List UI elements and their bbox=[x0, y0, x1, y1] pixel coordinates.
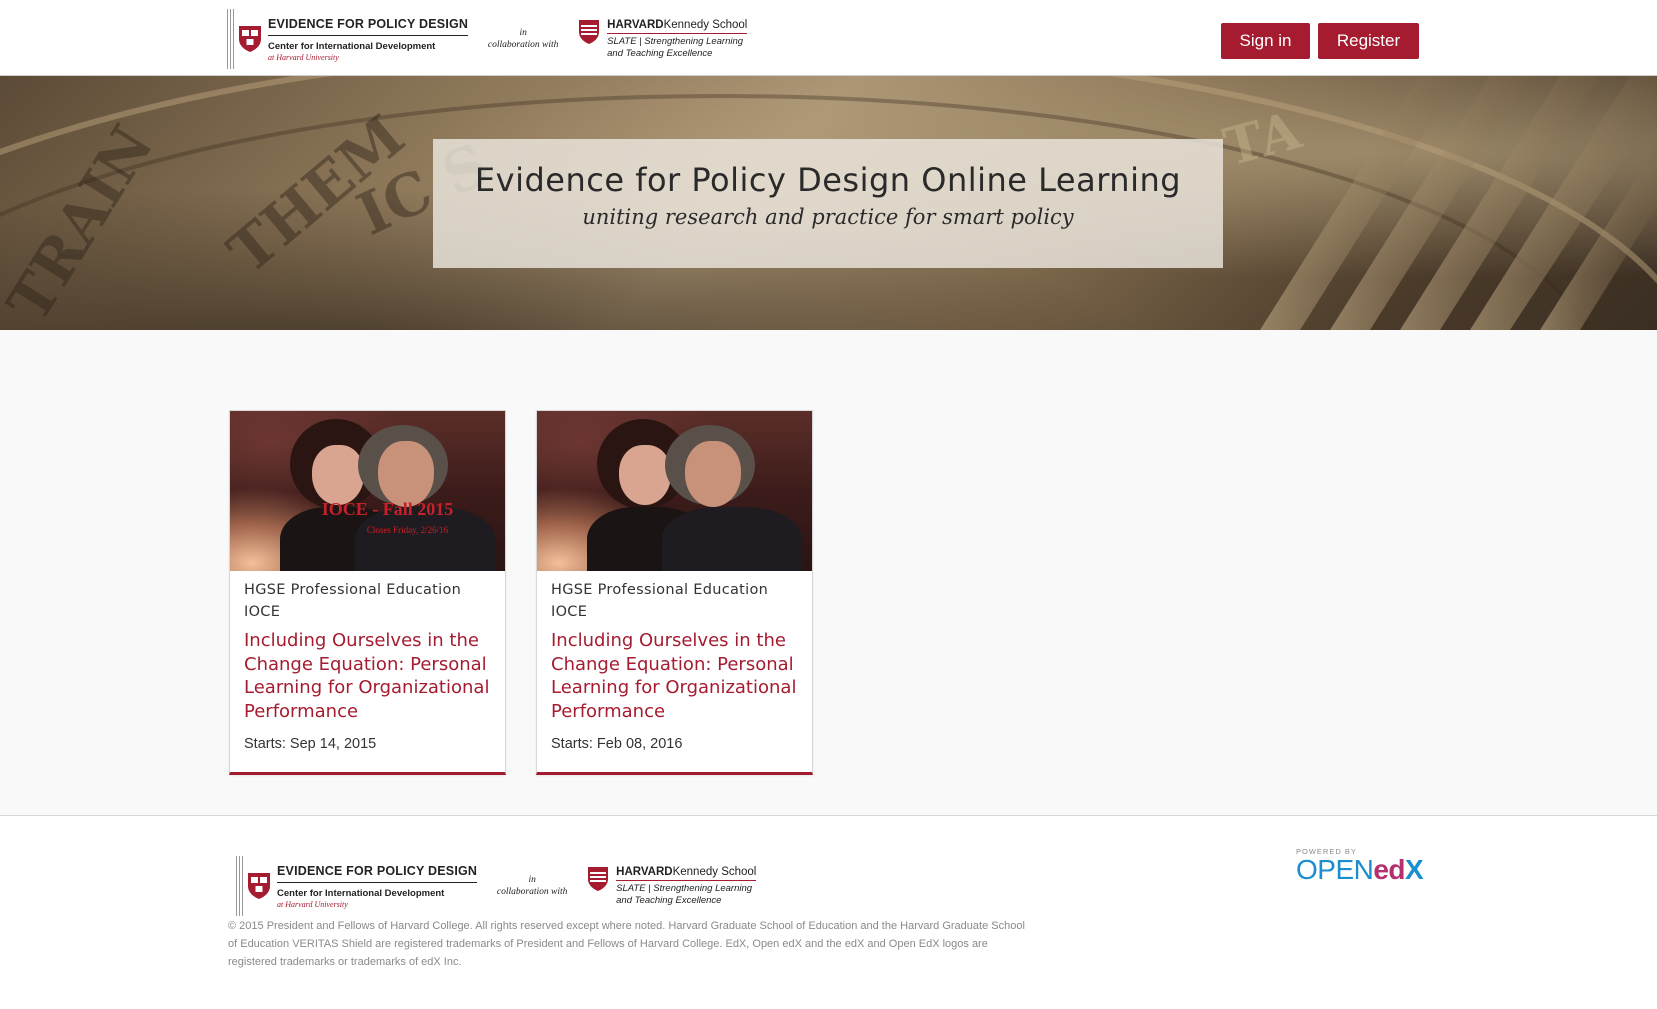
logo-lines bbox=[236, 856, 243, 916]
epd-logo: EVIDENCE FOR POLICY DESIGN Center for In… bbox=[236, 856, 478, 916]
epd-title: EVIDENCE FOR POLICY DESIGN bbox=[268, 17, 469, 36]
course-org: HGSE Professional Education bbox=[244, 582, 462, 598]
collab-in: in bbox=[528, 875, 536, 885]
epd-subtitle: Center for International Development bbox=[277, 887, 445, 899]
epd-logo: EVIDENCE FOR POLICY DESIGN Center for In… bbox=[227, 9, 469, 69]
epd-harvard: at Harvard University bbox=[277, 899, 348, 909]
course-org: HGSE Professional Education bbox=[551, 582, 769, 598]
hks-sub-1: SLATE | Strengthening Learning bbox=[607, 35, 744, 47]
course-image[interactable]: IOCE - Fall 2015 Closes Friday, 2/26/16 bbox=[230, 411, 505, 571]
hero-title: Evidence for Policy Design Online Learni… bbox=[474, 161, 1182, 199]
openedx-brand: OPENedX bbox=[1296, 854, 1424, 885]
course-start-date: Starts: Feb 08, 2016 bbox=[551, 736, 683, 752]
open-label: OPEN bbox=[1296, 854, 1374, 885]
copyright-text: © 2015 President and Fellows of Harvard … bbox=[228, 920, 1025, 968]
course-card[interactable]: HGSE Professional Education IOCE Includi… bbox=[536, 410, 813, 775]
hks-logo: HARVARDKennedy School SLATE | Strengthen… bbox=[587, 865, 757, 907]
course-start-date: Starts: Sep 14, 2015 bbox=[244, 736, 377, 752]
hks-shield-icon bbox=[587, 866, 611, 894]
course-title[interactable]: Including Ourselves in the Change Equati… bbox=[551, 629, 798, 729]
logo-lines bbox=[227, 9, 234, 69]
course-title[interactable]: Including Ourselves in the Change Equati… bbox=[244, 629, 491, 729]
epd-subtitle: Center for International Development bbox=[268, 40, 436, 52]
register-button[interactable]: Register bbox=[1318, 23, 1419, 59]
course-card[interactable]: IOCE - Fall 2015 Closes Friday, 2/26/16 … bbox=[229, 410, 506, 775]
collab-in: in bbox=[519, 28, 527, 38]
collab-text: in collaboration with bbox=[468, 27, 578, 51]
site-header: EVIDENCE FOR POLICY DESIGN Center for In… bbox=[0, 0, 1657, 76]
course-list: IOCE - Fall 2015 Closes Friday, 2/26/16 … bbox=[0, 330, 1657, 816]
hks-shield-icon bbox=[578, 19, 602, 47]
collab-text: in collaboration with bbox=[477, 874, 587, 898]
hks-logo: HARVARDKennedy School SLATE | Strengthen… bbox=[578, 18, 748, 60]
course-image-subtitle: Closes Friday, 2/26/16 bbox=[366, 525, 449, 535]
harvard-shield-icon bbox=[238, 25, 262, 53]
hero-title-box: Evidence for Policy Design Online Learni… bbox=[433, 139, 1223, 268]
footer-logo[interactable]: EVIDENCE FOR POLICY DESIGN Center for In… bbox=[236, 853, 771, 919]
person-body bbox=[662, 507, 802, 571]
collab-with: collaboration with bbox=[496, 887, 568, 897]
site-footer: EVIDENCE FOR POLICY DESIGN Center for In… bbox=[0, 817, 1657, 1009]
hks-sub-1: SLATE | Strengthening Learning bbox=[616, 882, 753, 894]
header-logo[interactable]: EVIDENCE FOR POLICY DESIGN Center for In… bbox=[227, 6, 762, 72]
person-face bbox=[312, 445, 364, 505]
hero-banner: TRAIN THEM IC S TA Evidence for Policy D… bbox=[0, 76, 1657, 330]
hks-sub-2: and Teaching Excellence bbox=[607, 47, 713, 59]
x-label: X bbox=[1405, 854, 1424, 885]
course-image[interactable] bbox=[537, 411, 812, 571]
person-face bbox=[378, 441, 434, 507]
hks-title: HARVARDKennedy School bbox=[607, 18, 748, 34]
collab-with: collaboration with bbox=[487, 40, 559, 50]
course-image-title: IOCE - Fall 2015 bbox=[321, 499, 454, 519]
hks-title: HARVARDKennedy School bbox=[616, 865, 757, 881]
hks-title-light: Kennedy School bbox=[672, 865, 757, 878]
openedx-logo[interactable]: POWERED BY OPENedX bbox=[1296, 847, 1424, 887]
epd-title: EVIDENCE FOR POLICY DESIGN bbox=[277, 864, 478, 883]
hero-subtitle: uniting research and practice for smart … bbox=[582, 205, 1074, 229]
course-code: IOCE bbox=[244, 604, 281, 620]
hks-title-light: Kennedy School bbox=[663, 18, 748, 31]
svg-text:TA: TA bbox=[1218, 100, 1308, 179]
person-face bbox=[619, 445, 671, 505]
course-code: IOCE bbox=[551, 604, 588, 620]
hks-title-bold: HARVARD bbox=[607, 18, 664, 31]
ed-label: ed bbox=[1373, 854, 1406, 885]
person-face bbox=[685, 441, 741, 507]
hks-sub-2: and Teaching Excellence bbox=[616, 894, 722, 906]
sign-in-button[interactable]: Sign in bbox=[1221, 23, 1310, 59]
harvard-shield-icon bbox=[247, 872, 271, 900]
epd-harvard: at Harvard University bbox=[268, 52, 339, 62]
hks-title-bold: HARVARD bbox=[616, 865, 673, 878]
